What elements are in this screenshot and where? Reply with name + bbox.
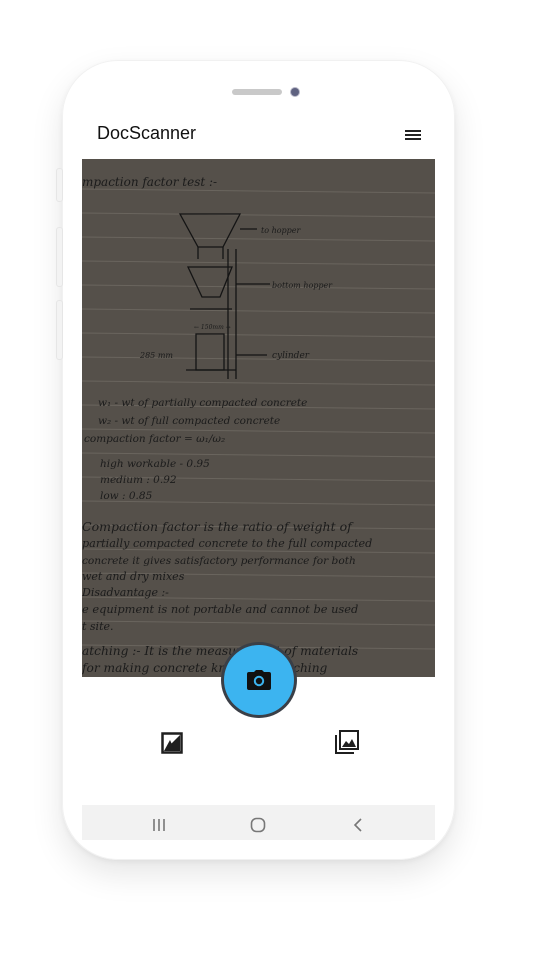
camera-icon xyxy=(247,670,271,690)
doc-line-13: Compaction factor is the ratio of weight… xyxy=(82,519,354,534)
doc-line-17: Disadvantage :- xyxy=(82,586,169,599)
side-button-middle xyxy=(56,227,63,287)
screen: DocScanner mpaction factor test:- to ho… xyxy=(82,112,435,840)
doc-line-7: w₁ - wt of partially compacted concrete xyxy=(98,397,307,409)
doc-line-9: compaction factor = ω₁/ω₂ xyxy=(84,433,225,445)
home-icon[interactable] xyxy=(248,815,268,835)
system-navigation-bar xyxy=(82,805,435,840)
speaker-grille xyxy=(232,89,282,95)
doc-line-16: wet and dry mixes xyxy=(82,570,185,583)
document-image: mpaction factor test :- to hopper bottom… xyxy=(82,175,435,675)
doc-line-20: atching :- It is the measurement of mate… xyxy=(82,644,358,658)
doc-line-14: partially compacted concrete to the full… xyxy=(82,537,372,550)
gallery-icon[interactable] xyxy=(334,729,360,755)
doc-line-4: ← 150mm → xyxy=(194,324,231,331)
document-preview: mpaction factor test :- to hopper bottom… xyxy=(82,159,435,677)
doc-line-11: medium : 0.92 xyxy=(100,474,177,486)
doc-line-5: 285 mm xyxy=(139,351,173,360)
app-title: DocScanner xyxy=(97,123,197,143)
recents-icon[interactable] xyxy=(149,815,169,835)
side-button-top xyxy=(56,168,63,202)
doc-line-3: bottom hopper xyxy=(272,281,333,290)
doc-line-18: e equipment is not portable and cannot b… xyxy=(82,602,358,616)
phone-frame: DocScanner mpaction factor test:- to ho… xyxy=(56,60,455,860)
doc-line-8: w₂ - wt of full compacted concrete xyxy=(98,415,280,427)
front-camera xyxy=(291,88,299,96)
doc-line-15: concrete it gives satisfactory performan… xyxy=(82,555,356,567)
filter-mode-icon[interactable] xyxy=(161,732,183,754)
app-bar: DocScanner xyxy=(82,112,435,159)
side-button-bottom xyxy=(56,300,63,360)
doc-line-12: low : 0.85 xyxy=(100,490,153,502)
capture-button[interactable] xyxy=(224,645,294,715)
doc-line-6: cylinder xyxy=(272,351,310,361)
doc-line-19: t site. xyxy=(82,620,114,633)
menu-icon[interactable] xyxy=(403,127,423,143)
doc-line-2: to hopper xyxy=(261,226,302,235)
back-icon[interactable] xyxy=(349,815,369,835)
doc-line-1: mpaction factor test :- xyxy=(82,175,217,189)
doc-line-10: high workable - 0.95 xyxy=(100,458,210,470)
